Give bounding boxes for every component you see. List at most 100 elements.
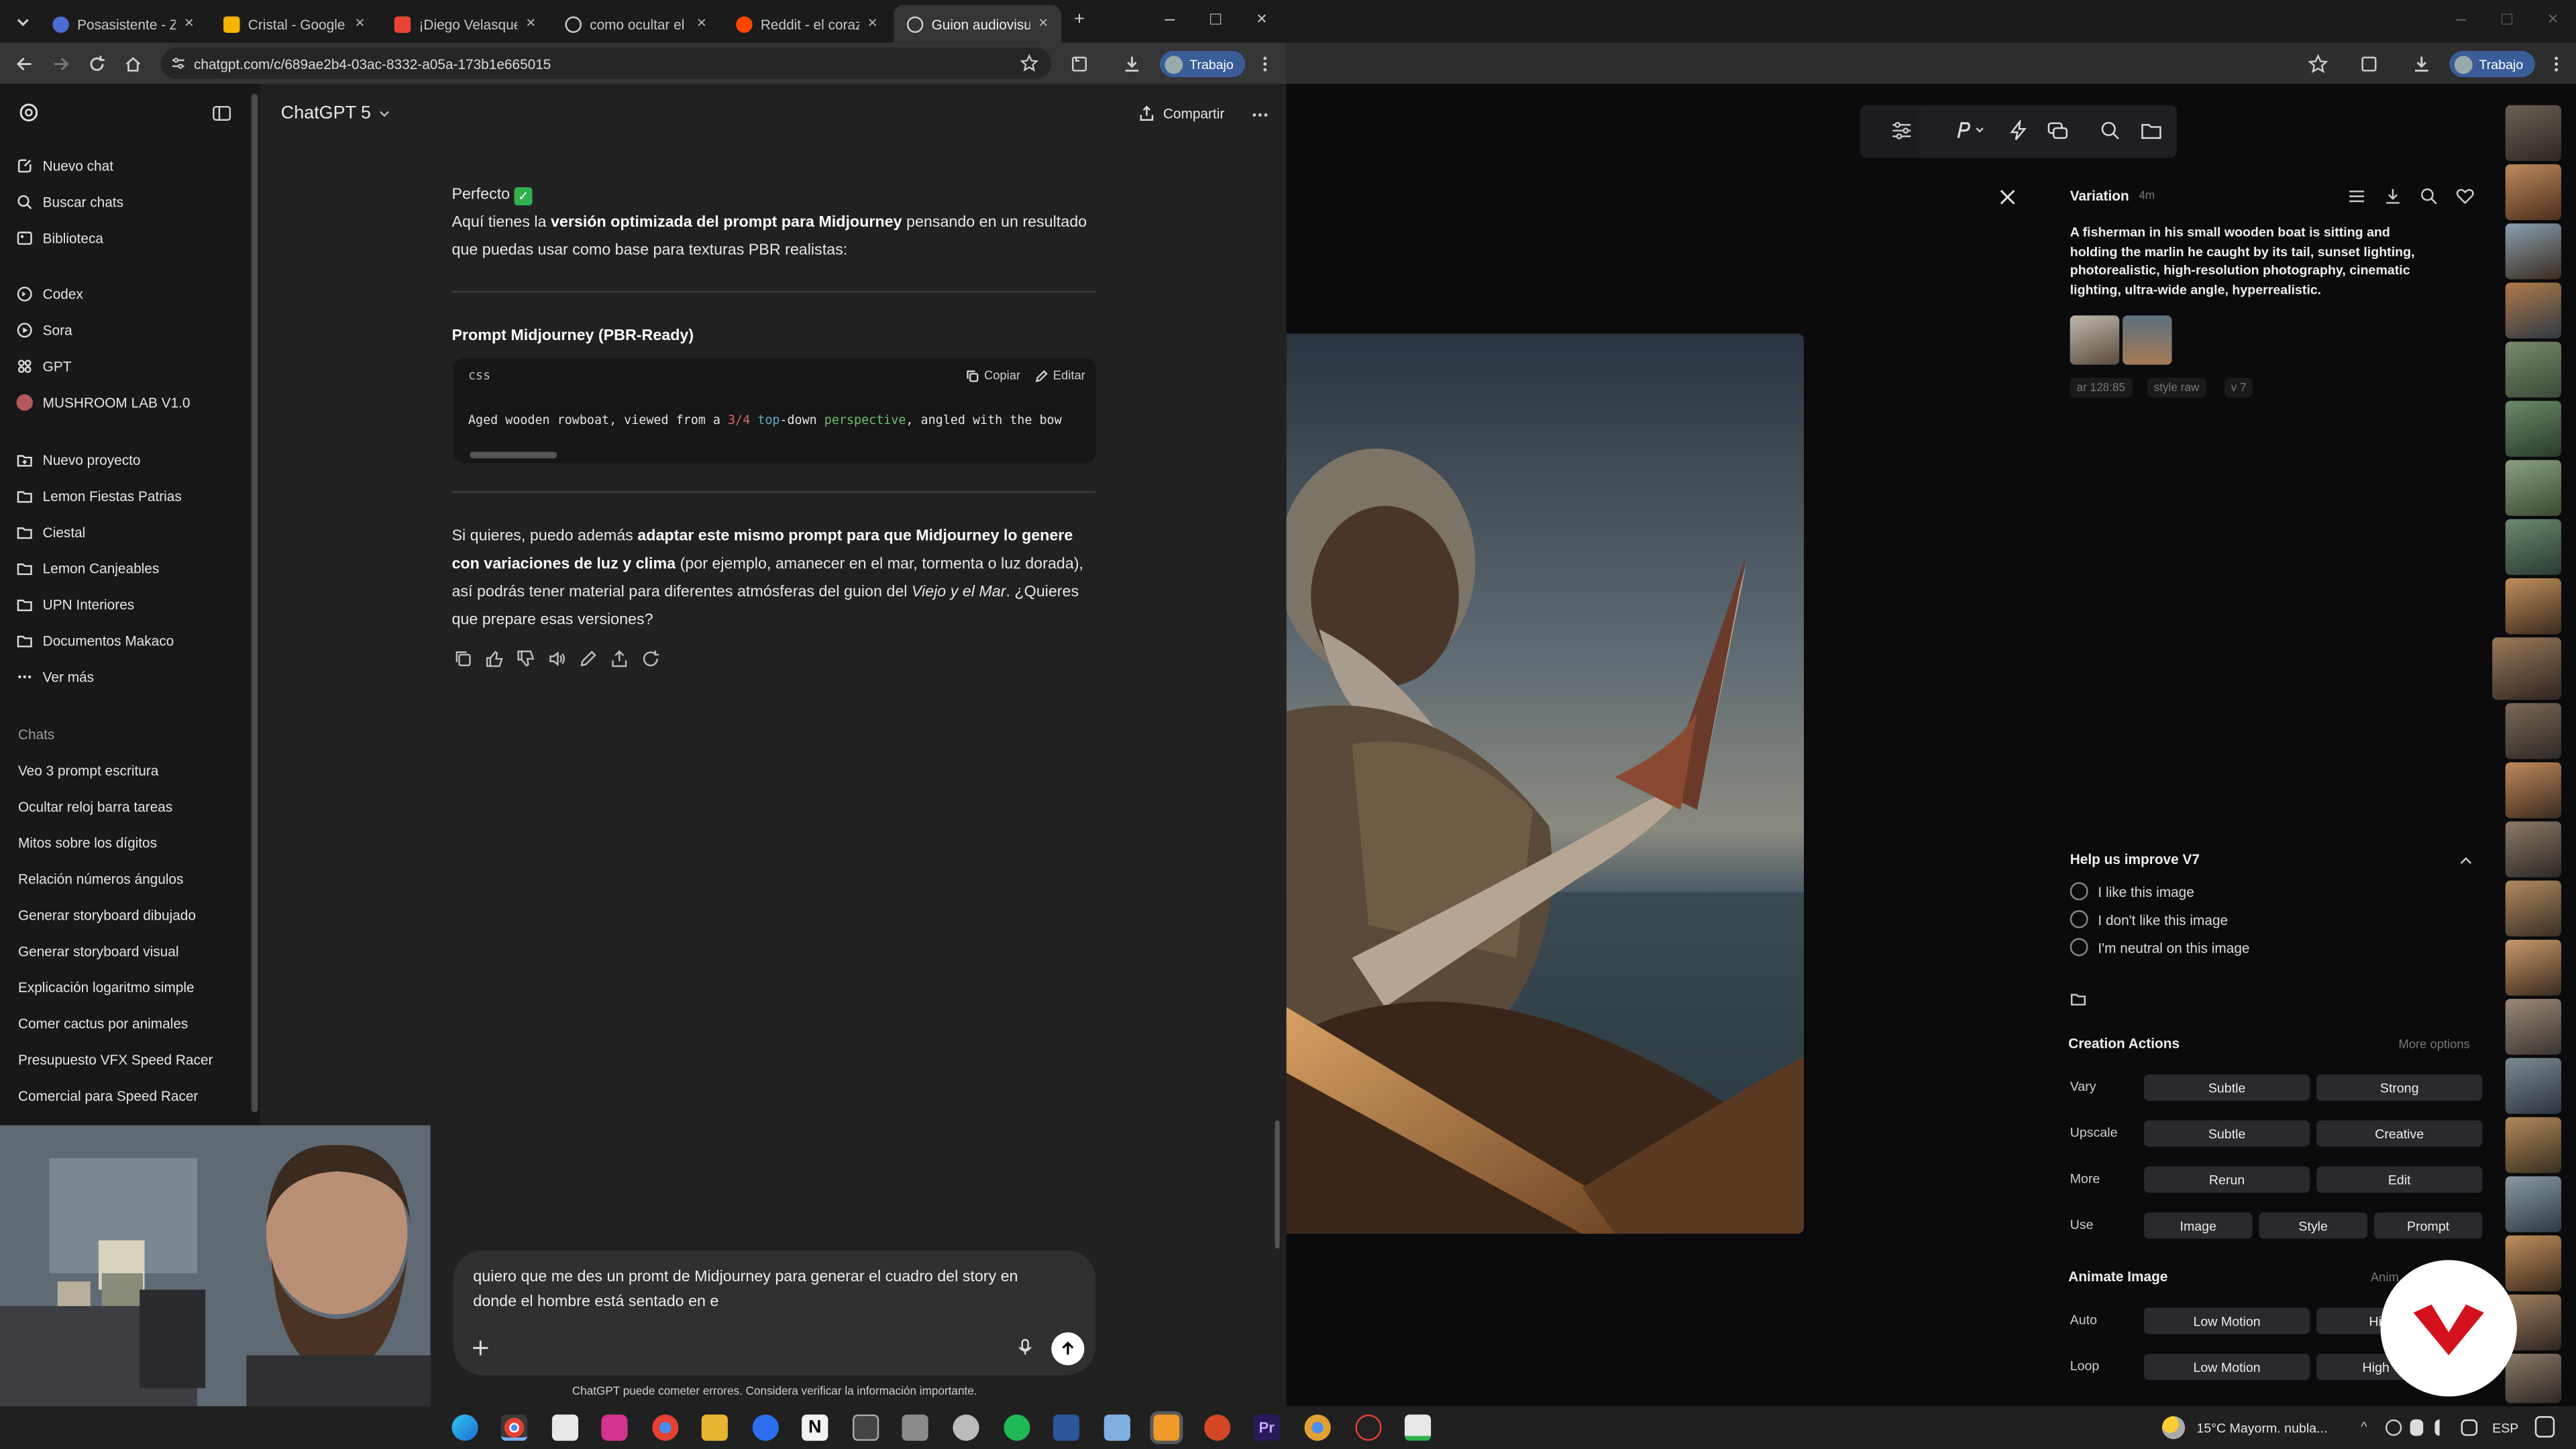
generated-image[interactable] — [1286, 333, 1805, 1234]
site-info-icon[interactable] — [171, 56, 186, 70]
thumbnail[interactable] — [2505, 1176, 2561, 1232]
chat-history-item[interactable]: Generar storyboard visual — [18, 943, 179, 959]
tab-cristal[interactable]: Cristal - Google Sl× — [210, 5, 378, 42]
app-cloud-icon[interactable] — [953, 1414, 979, 1441]
thumbnail[interactable] — [2505, 460, 2561, 516]
edit-message-icon[interactable] — [578, 649, 598, 668]
thumbnail-selected[interactable] — [2492, 637, 2561, 700]
param-chip[interactable]: ar 128:85 — [2070, 378, 2132, 398]
chevron-up-icon[interactable] — [2458, 853, 2474, 869]
loop-low-motion-button[interactable]: Low Motion — [2143, 1353, 2310, 1381]
app-gray-icon[interactable] — [902, 1414, 928, 1441]
chrome-alt-icon[interactable] — [1304, 1414, 1331, 1441]
regenerate-icon[interactable] — [641, 649, 660, 668]
close-icon[interactable] — [1998, 187, 2017, 207]
folder-icon[interactable] — [2070, 991, 2086, 1007]
tray-chevron-icon[interactable]: ^ — [2361, 1419, 2367, 1434]
app-red-circle-icon[interactable] — [1355, 1414, 1382, 1441]
thumbnail[interactable] — [2505, 164, 2561, 221]
param-chip[interactable]: style raw — [2147, 378, 2206, 398]
store-icon[interactable] — [551, 1414, 579, 1441]
app-pink-icon[interactable] — [601, 1414, 628, 1441]
thumbs-down-icon[interactable] — [516, 649, 535, 668]
send-button[interactable] — [1051, 1332, 1085, 1366]
sidebar-item-documentos-makaco[interactable]: Documentos Makaco — [16, 626, 174, 655]
thumbnail[interactable] — [2505, 939, 2561, 996]
sidebar-item-lemon-canjeables[interactable]: Lemon Canjeables — [16, 553, 159, 583]
chat-history-item[interactable]: Generar storyboard dibujado — [18, 907, 196, 923]
profile-button[interactable]: Trabajo — [1159, 50, 1245, 78]
reload-icon[interactable] — [87, 54, 107, 74]
thumbnail[interactable] — [2505, 821, 2561, 877]
thumbnail[interactable] — [2505, 341, 2561, 398]
reference-image-thumb[interactable] — [2123, 315, 2172, 365]
feedback-dislike[interactable]: I don't like this image — [2070, 910, 2228, 928]
bookmark-star-icon[interactable] — [2308, 54, 2328, 74]
battery-icon[interactable] — [2410, 1419, 2424, 1436]
spotify-icon[interactable] — [1004, 1414, 1030, 1441]
image-prompt[interactable]: A fisherman in his small wooden boat is … — [2070, 223, 2435, 299]
folder-icon[interactable] — [2141, 120, 2162, 142]
auto-low-motion-button[interactable]: Low Motion — [2143, 1307, 2310, 1334]
word-icon[interactable] — [1053, 1414, 1079, 1441]
settings-sliders-icon[interactable] — [1891, 120, 1913, 142]
maximize-icon[interactable]: □ — [1204, 10, 1227, 30]
close-tab-icon[interactable]: × — [355, 15, 364, 33]
app-blue-icon[interactable] — [1104, 1414, 1130, 1441]
chat-history-item[interactable]: Comercial para Speed Racer — [18, 1087, 198, 1104]
tab-search-icon[interactable] — [13, 11, 33, 31]
param-chip[interactable]: v 7 — [2224, 378, 2253, 398]
chat-history-item[interactable]: Veo 3 prompt escritura — [18, 762, 158, 778]
notification-icon[interactable] — [2534, 1416, 2555, 1438]
zoom-icon[interactable] — [752, 1414, 779, 1441]
new-tab-icon[interactable]: + — [1068, 10, 1091, 30]
weather-icon[interactable] — [2161, 1416, 2186, 1440]
microphone-icon[interactable] — [1015, 1337, 1034, 1356]
tab-como-ocultar[interactable]: como ocultar el re× — [552, 5, 720, 42]
thumbnail[interactable] — [2505, 1117, 2561, 1173]
share-button[interactable]: Compartir — [1138, 105, 1224, 121]
language-indicator[interactable]: ESP — [2492, 1421, 2518, 1436]
upscale-creative-button[interactable]: Creative — [2316, 1120, 2483, 1147]
pen-icon[interactable] — [2461, 1419, 2478, 1436]
sidebar-item-upn-interiores[interactable]: UPN Interiores — [16, 590, 134, 619]
close-tab-icon[interactable]: × — [1038, 15, 1048, 33]
sidebar-scrollbar[interactable] — [251, 93, 258, 1112]
close-tab-icon[interactable]: × — [867, 15, 877, 33]
sidebar-item-lemon-fiestas-patrias[interactable]: Lemon Fiestas Patrias — [16, 482, 182, 511]
prompt-textarea[interactable]: quiero que me des un promt de Midjourney… — [473, 1265, 1065, 1314]
use-prompt-button[interactable]: Prompt — [2373, 1212, 2483, 1239]
close-tab-icon[interactable]: × — [697, 15, 706, 33]
sidebar-item-biblioteca[interactable]: Biblioteca — [16, 223, 103, 253]
tray-app-icon[interactable] — [2385, 1419, 2402, 1436]
thumbnail[interactable] — [2505, 578, 2561, 635]
heart-icon[interactable] — [2456, 187, 2474, 205]
back-icon[interactable] — [15, 54, 34, 74]
code-horizontal-scrollbar[interactable] — [470, 451, 557, 459]
openai-logo-icon[interactable] — [18, 102, 40, 123]
close-window-icon[interactable]: × — [2542, 10, 2565, 30]
sidebar-item-gpt[interactable]: GPT — [16, 352, 71, 381]
minimize-icon[interactable]: – — [2449, 10, 2472, 30]
chat-history-item[interactable]: Relación números ángulos — [18, 871, 184, 887]
browser-menu-icon[interactable] — [1255, 54, 1275, 74]
feedback-neutral[interactable]: I'm neutral on this image — [2070, 938, 2250, 957]
tab-reddit[interactable]: Reddit - el corazó × — [723, 5, 891, 42]
profile-button[interactable]: Trabajo — [2449, 50, 2535, 78]
download-icon[interactable] — [2383, 187, 2402, 205]
premiere-icon[interactable]: Pr — [1253, 1414, 1280, 1441]
read-aloud-icon[interactable] — [547, 649, 567, 668]
vary-subtle-button[interactable]: Subtle — [2143, 1074, 2310, 1101]
copy-icon[interactable] — [453, 649, 473, 668]
tab-posasistente[interactable]: Posasistente - Zo × — [40, 5, 207, 42]
personalize-dropdown-icon[interactable] — [1953, 120, 1986, 142]
feedback-like[interactable]: I like this image — [2070, 882, 2194, 901]
use-image-button[interactable]: Image — [2143, 1212, 2253, 1239]
sidebar-item-ver-mas[interactable]: Ver más — [16, 662, 94, 692]
sidebar-item-ciestal[interactable]: Ciestal — [16, 517, 85, 547]
tab-gmail[interactable]: ¡Diego Velasquez × — [381, 5, 549, 42]
forward-icon[interactable] — [51, 54, 70, 74]
thumbnail[interactable] — [2505, 282, 2561, 339]
maximize-icon[interactable]: □ — [2496, 10, 2518, 30]
weather-text[interactable]: 15°C Mayorm. nubla... — [2196, 1421, 2327, 1436]
